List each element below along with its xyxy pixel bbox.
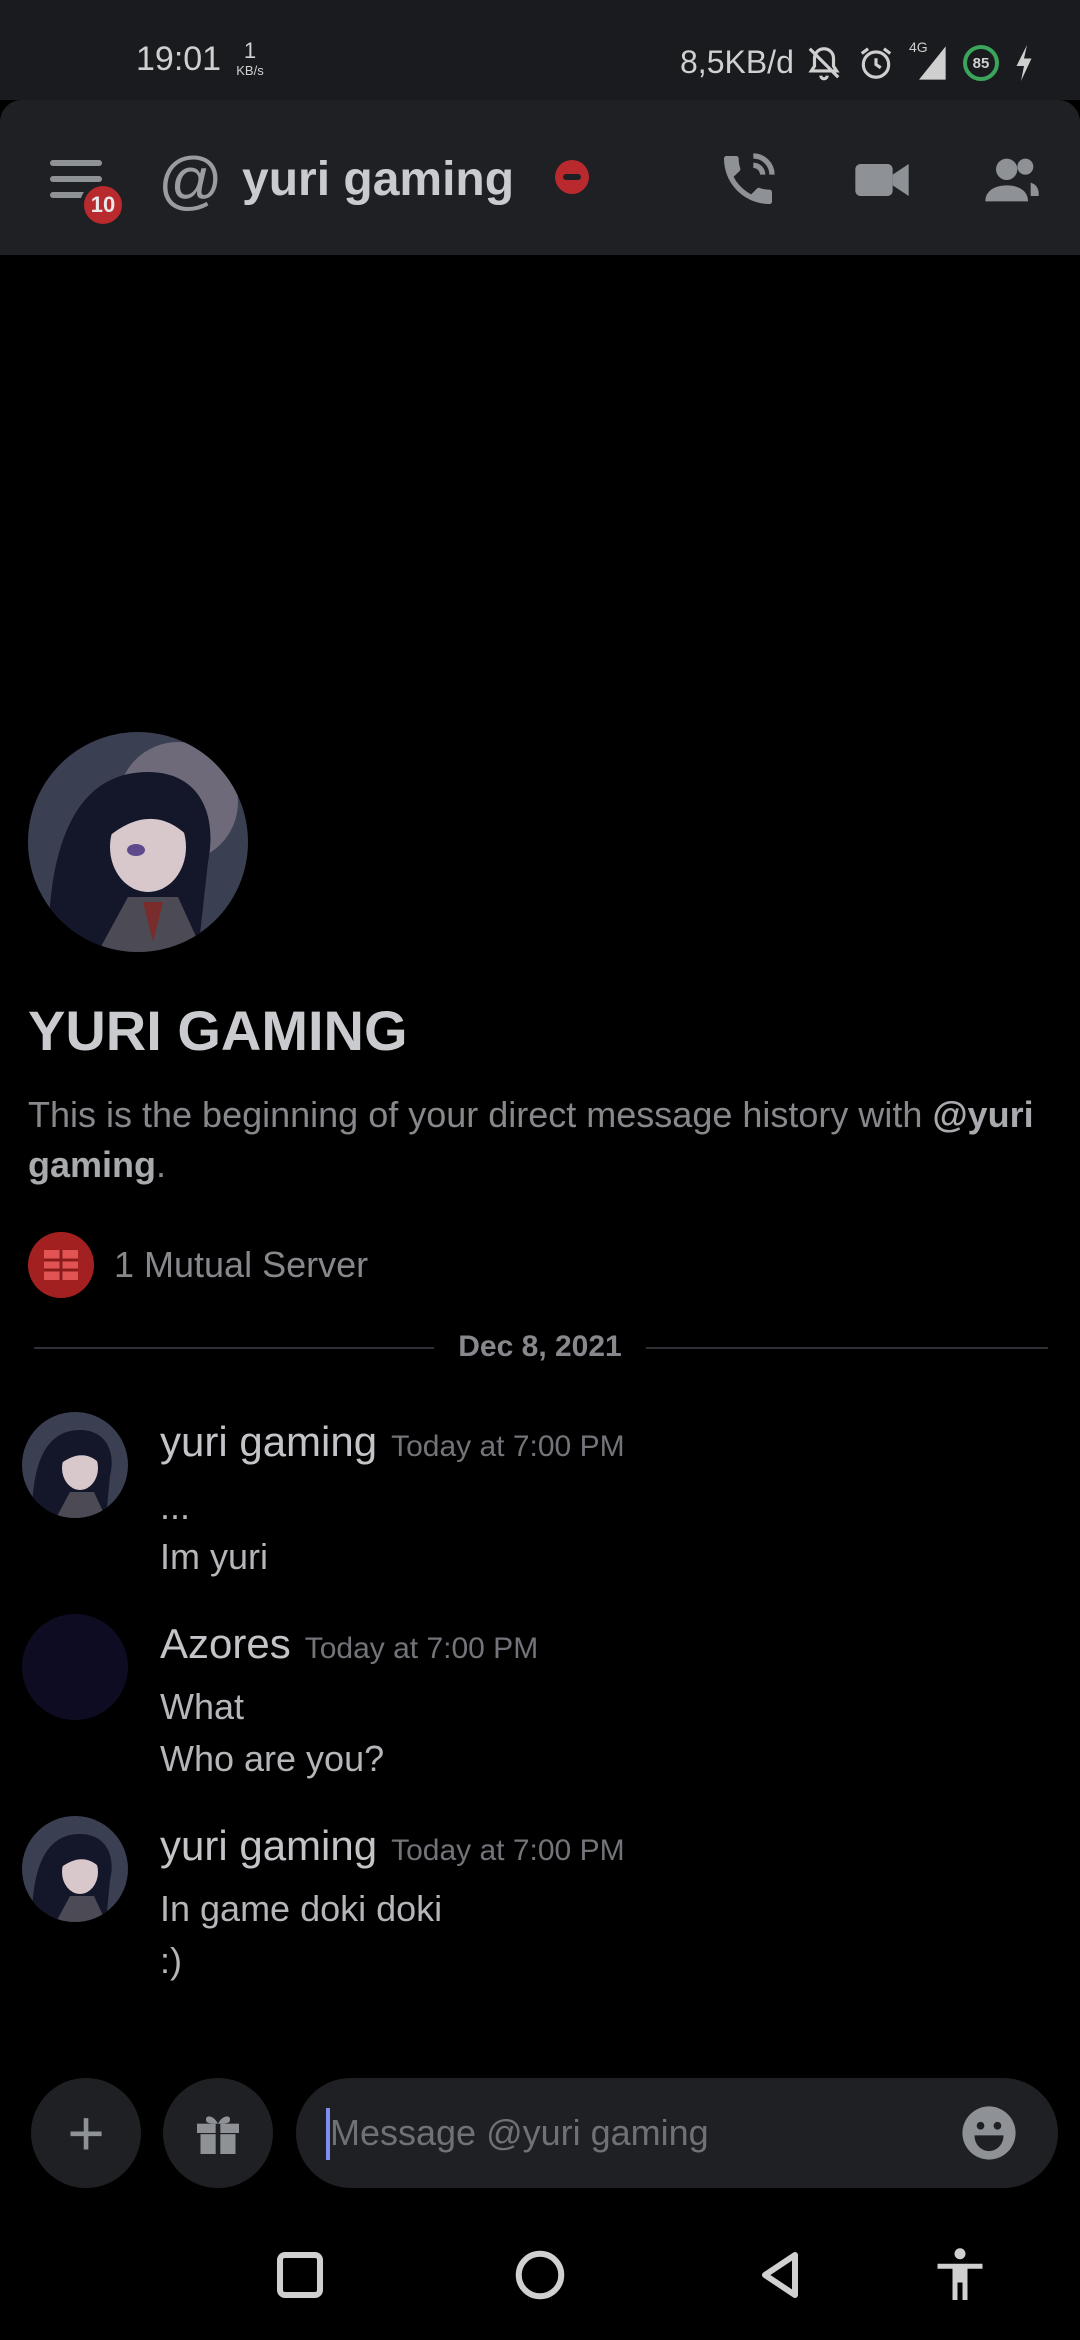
- bell-off-icon: [808, 47, 840, 81]
- message-text: ...: [160, 1486, 191, 1527]
- unread-badge: 10: [80, 182, 126, 228]
- dnd-status-icon: [555, 160, 589, 194]
- recents-icon[interactable]: [270, 2245, 330, 2305]
- profile-display-name: YURI GAMING: [28, 999, 408, 1062]
- status-bar: 19:01 1 KB/s 8,5KB/d 4G 85: [0, 0, 1080, 100]
- status-speed-value: 1: [243, 38, 257, 63]
- gift-button[interactable]: [163, 2078, 273, 2188]
- author-name: yuri gaming: [160, 1822, 378, 1869]
- message-timestamp: Today at 7:00 PM: [304, 1632, 539, 1665]
- call-icon[interactable]: [716, 148, 780, 212]
- menu-icon-line: [50, 160, 102, 166]
- divider-line-right: [646, 1347, 1048, 1349]
- date-divider: Dec 8, 2021: [458, 1330, 622, 1363]
- dm-intro-text: This is the beginning of your direct mes…: [28, 1090, 1048, 1190]
- message-timestamp: Today at 7:00 PM: [391, 1834, 625, 1867]
- channel-header: 10 @ yuri gaming: [0, 100, 1080, 255]
- message-avatar[interactable]: [22, 1412, 128, 1518]
- message-text: Im yuri: [160, 1536, 268, 1577]
- back-icon[interactable]: [750, 2245, 810, 2305]
- status-network-rate: 8,5KB/d: [680, 44, 794, 80]
- members-icon[interactable]: [980, 148, 1044, 212]
- dm-intro-period: .: [156, 1144, 167, 1185]
- message-text: Who are you?: [160, 1738, 385, 1779]
- home-icon[interactable]: [510, 2245, 570, 2305]
- author-name: yuri gaming: [160, 1418, 378, 1465]
- message-author[interactable]: yuri gaming Today at 7:00 PM: [160, 1822, 625, 1870]
- signal-icon: 4G: [909, 39, 949, 83]
- plus-icon: +: [67, 2097, 105, 2169]
- divider-line-left: [34, 1347, 434, 1349]
- message-avatar[interactable]: [22, 1816, 128, 1922]
- gift-icon: [197, 2116, 239, 2154]
- channel-title[interactable]: yuri gaming: [242, 152, 514, 207]
- status-icons: 4G 85: [805, 38, 1035, 88]
- alarm-icon: [860, 47, 892, 79]
- message-author[interactable]: yuri gaming Today at 7:00 PM: [160, 1418, 625, 1466]
- video-icon[interactable]: [850, 148, 914, 212]
- mutual-servers-link[interactable]: 1 Mutual Server: [114, 1244, 368, 1286]
- profile-avatar[interactable]: [28, 732, 248, 952]
- message-timestamp: Today at 7:00 PM: [391, 1430, 625, 1463]
- message-text: :): [160, 1940, 182, 1981]
- charging-icon: [1016, 45, 1032, 81]
- message-avatar[interactable]: [22, 1614, 128, 1720]
- message-composer: [296, 2078, 1058, 2188]
- message-text: What: [160, 1686, 245, 1727]
- message-author[interactable]: Azores Today at 7:00 PM: [160, 1620, 538, 1668]
- status-speed-unit: KB/s: [236, 63, 264, 78]
- emoji-icon[interactable]: [960, 2104, 1018, 2162]
- message-text: In game doki doki: [160, 1888, 443, 1929]
- status-time: 19:01: [136, 40, 222, 78]
- status-speed: 1 KB/s: [230, 38, 270, 78]
- accessibility-icon[interactable]: [930, 2245, 990, 2305]
- menu-icon-line: [50, 176, 102, 182]
- mutual-server-icon[interactable]: [28, 1232, 94, 1298]
- attach-button[interactable]: +: [31, 2078, 141, 2188]
- battery-icon: 85: [963, 45, 999, 81]
- dm-intro-sentence: This is the beginning of your direct mes…: [28, 1094, 923, 1135]
- message-input[interactable]: [330, 2078, 930, 2188]
- at-sign-icon: @: [158, 144, 223, 216]
- author-name: Azores: [160, 1620, 291, 1667]
